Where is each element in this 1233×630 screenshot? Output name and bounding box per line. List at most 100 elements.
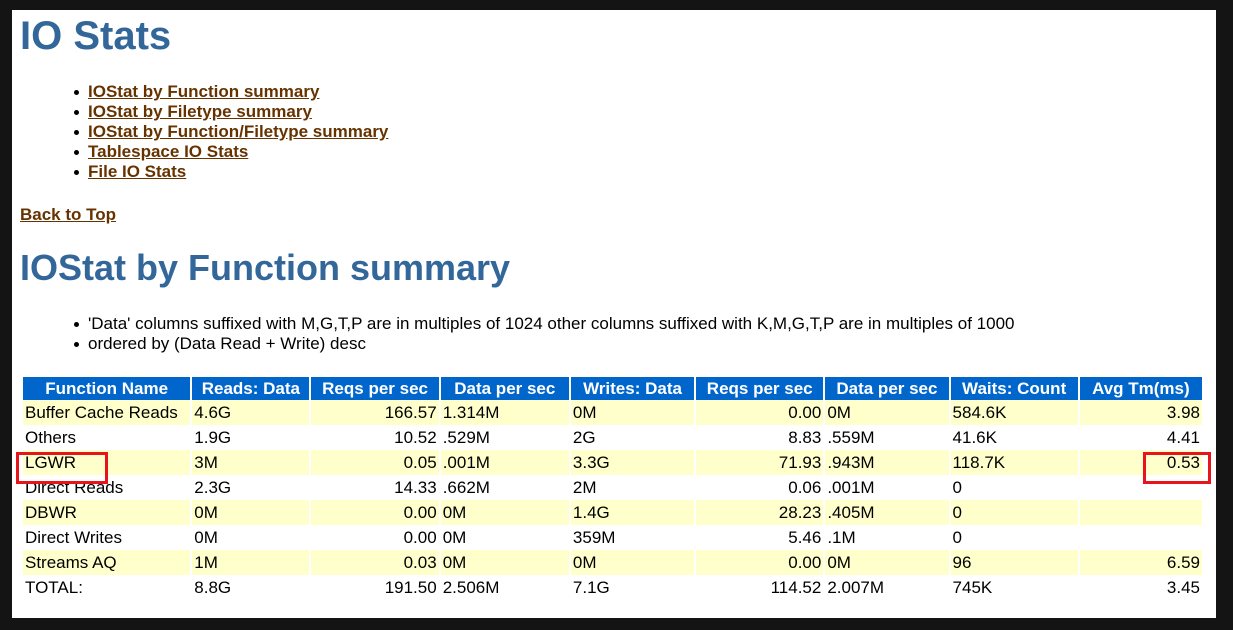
toc-link-iostat-function[interactable]: IOStat by Function summary: [88, 82, 319, 101]
table-cell: 2M: [570, 475, 695, 500]
table-cell: 0.06: [696, 475, 824, 500]
table-cell: 8.83: [696, 425, 824, 450]
row-label-cell: Direct Reads: [23, 475, 191, 500]
table-cell: 0: [950, 525, 1078, 550]
column-header: Function Name: [23, 377, 191, 400]
row-label-cell: Streams AQ: [23, 550, 191, 575]
table-cell: 745K: [950, 575, 1078, 600]
row-label-cell: TOTAL:: [23, 575, 191, 600]
toc-link-file-io[interactable]: File IO Stats: [88, 162, 186, 181]
table-cell: 3.98: [1079, 400, 1202, 425]
table-cell: 0M: [825, 400, 949, 425]
toc-link-iostat-function-filetype[interactable]: IOStat by Function/Filetype summary: [88, 122, 388, 141]
table-cell: 5.46: [696, 525, 824, 550]
table-cell: 1.4G: [570, 500, 695, 525]
toc-link-tablespace-io[interactable]: Tablespace IO Stats: [88, 142, 248, 161]
table-cell: [1079, 500, 1202, 525]
table-cell: 114.52: [696, 575, 824, 600]
table-cell: .001M: [825, 475, 949, 500]
section-title: IOStat by Function summary: [20, 247, 511, 288]
table-row: TOTAL: 8.8G 191.50 2.506M 7.1G 114.52 2.007M 74…: [23, 575, 1202, 600]
toc-link-iostat-filetype[interactable]: IOStat by Filetype summary: [88, 102, 312, 121]
table-cell: 1M: [192, 550, 310, 575]
column-header: Reqs per sec: [311, 377, 439, 400]
table-cell: 0M: [192, 500, 310, 525]
table-cell: 0.00: [696, 400, 824, 425]
table-cell: 14.33: [311, 475, 439, 500]
table-cell: .405M: [825, 500, 949, 525]
table-cell: 2.3G: [192, 475, 310, 500]
column-header: Data per sec: [440, 377, 569, 400]
column-header: Writes: Data: [570, 377, 695, 400]
table-row: DBWR 0M 0.00 0M 1.4G 28.23.405M 0: [23, 500, 1202, 525]
toc-item: File IO Stats: [73, 162, 388, 182]
table-row: Streams AQ 1M 0.03 0M 0M 0.00 0M 96 6.59: [23, 550, 1202, 575]
table-cell: .559M: [825, 425, 949, 450]
table-cell: 41.6K: [950, 425, 1078, 450]
table-cell: 2G: [570, 425, 695, 450]
table-cell: 191.50: [311, 575, 439, 600]
table-cell: 0.53: [1079, 450, 1202, 475]
table-cell: 0: [950, 500, 1078, 525]
table-cell: 0: [950, 475, 1078, 500]
table-cell: 6.59: [1079, 550, 1202, 575]
row-label-cell: LGWR: [23, 450, 191, 475]
page-title: IO Stats: [20, 14, 172, 58]
table-cell: 359M: [570, 525, 695, 550]
table-cell: 3M: [192, 450, 310, 475]
table-cell: 0M: [825, 550, 949, 575]
table-cell: 0.05: [311, 450, 439, 475]
table-cell: 0M: [570, 400, 695, 425]
table-cell: 3.45: [1079, 575, 1202, 600]
table-cell: 3.3G: [570, 450, 695, 475]
iostat-function-table: Function Name Reads: Data Reqs per sec D…: [21, 377, 1204, 600]
table-cell: .1M: [825, 525, 949, 550]
table-cell: 96: [950, 550, 1078, 575]
table-cell: 0M: [440, 550, 569, 575]
table-cell: .529M: [440, 425, 569, 450]
notes-list: 'Data' columns suffixed with M,G,T,P are…: [74, 314, 1015, 354]
table-cell: 584.6K: [950, 400, 1078, 425]
table-cell: 1.314M: [440, 400, 569, 425]
table-row: Buffer Cache Reads 4.6G 166.57 1.314M 0M 0.00…: [23, 400, 1202, 425]
note-item: 'Data' columns suffixed with M,G,T,P are…: [74, 314, 1015, 333]
column-header: Avg Tm(ms): [1079, 377, 1202, 400]
table-cell: 2.506M: [440, 575, 569, 600]
table-cell: 0M: [440, 525, 569, 550]
table-cell: 2.007M: [825, 575, 949, 600]
table-cell: [1079, 525, 1202, 550]
table-cell: 0.00: [696, 550, 824, 575]
column-header: Reqs per sec: [696, 377, 824, 400]
row-label-cell: DBWR: [23, 500, 191, 525]
toc-item: Tablespace IO Stats: [73, 142, 388, 162]
table-cell: .943M: [825, 450, 949, 475]
report-page: IO Stats IOStat by Function summary IOSt…: [12, 10, 1216, 618]
table-cell: 0M: [570, 550, 695, 575]
table-cell: 166.57: [311, 400, 439, 425]
table-cell: .001M: [440, 450, 569, 475]
row-label-cell: Buffer Cache Reads: [23, 400, 191, 425]
toc-item: IOStat by Function summary: [73, 82, 388, 102]
table-cell: 10.52: [311, 425, 439, 450]
table-header-row: Function Name Reads: Data Reqs per sec D…: [23, 377, 1202, 400]
table-cell: 71.93: [696, 450, 824, 475]
table-cell: 8.8G: [192, 575, 310, 600]
toc-item: IOStat by Filetype summary: [73, 102, 388, 122]
column-header: Waits: Count: [950, 377, 1078, 400]
back-to-top-link[interactable]: Back to Top: [20, 205, 116, 225]
table-cell: 0.03: [311, 550, 439, 575]
column-header: Reads: Data: [192, 377, 310, 400]
table-cell: 0M: [192, 525, 310, 550]
table-cell: 0M: [440, 500, 569, 525]
row-label-cell: Others: [23, 425, 191, 450]
table-of-contents: IOStat by Function summary IOStat by Fil…: [73, 82, 388, 182]
table-row: Others 1.9G 10.52.529M 2G 8.83.559M 41.6K 4.41: [23, 425, 1202, 450]
table-cell: 0.00: [311, 500, 439, 525]
table-cell: [1079, 475, 1202, 500]
toc-item: IOStat by Function/Filetype summary: [73, 122, 388, 142]
table-row: Direct Reads 2.3G 14.33.662M 2M 0.06.001M 0: [23, 475, 1202, 500]
table-cell: .662M: [440, 475, 569, 500]
table-cell: 4.41: [1079, 425, 1202, 450]
row-label-cell: Direct Writes: [23, 525, 191, 550]
table-cell: 7.1G: [570, 575, 695, 600]
